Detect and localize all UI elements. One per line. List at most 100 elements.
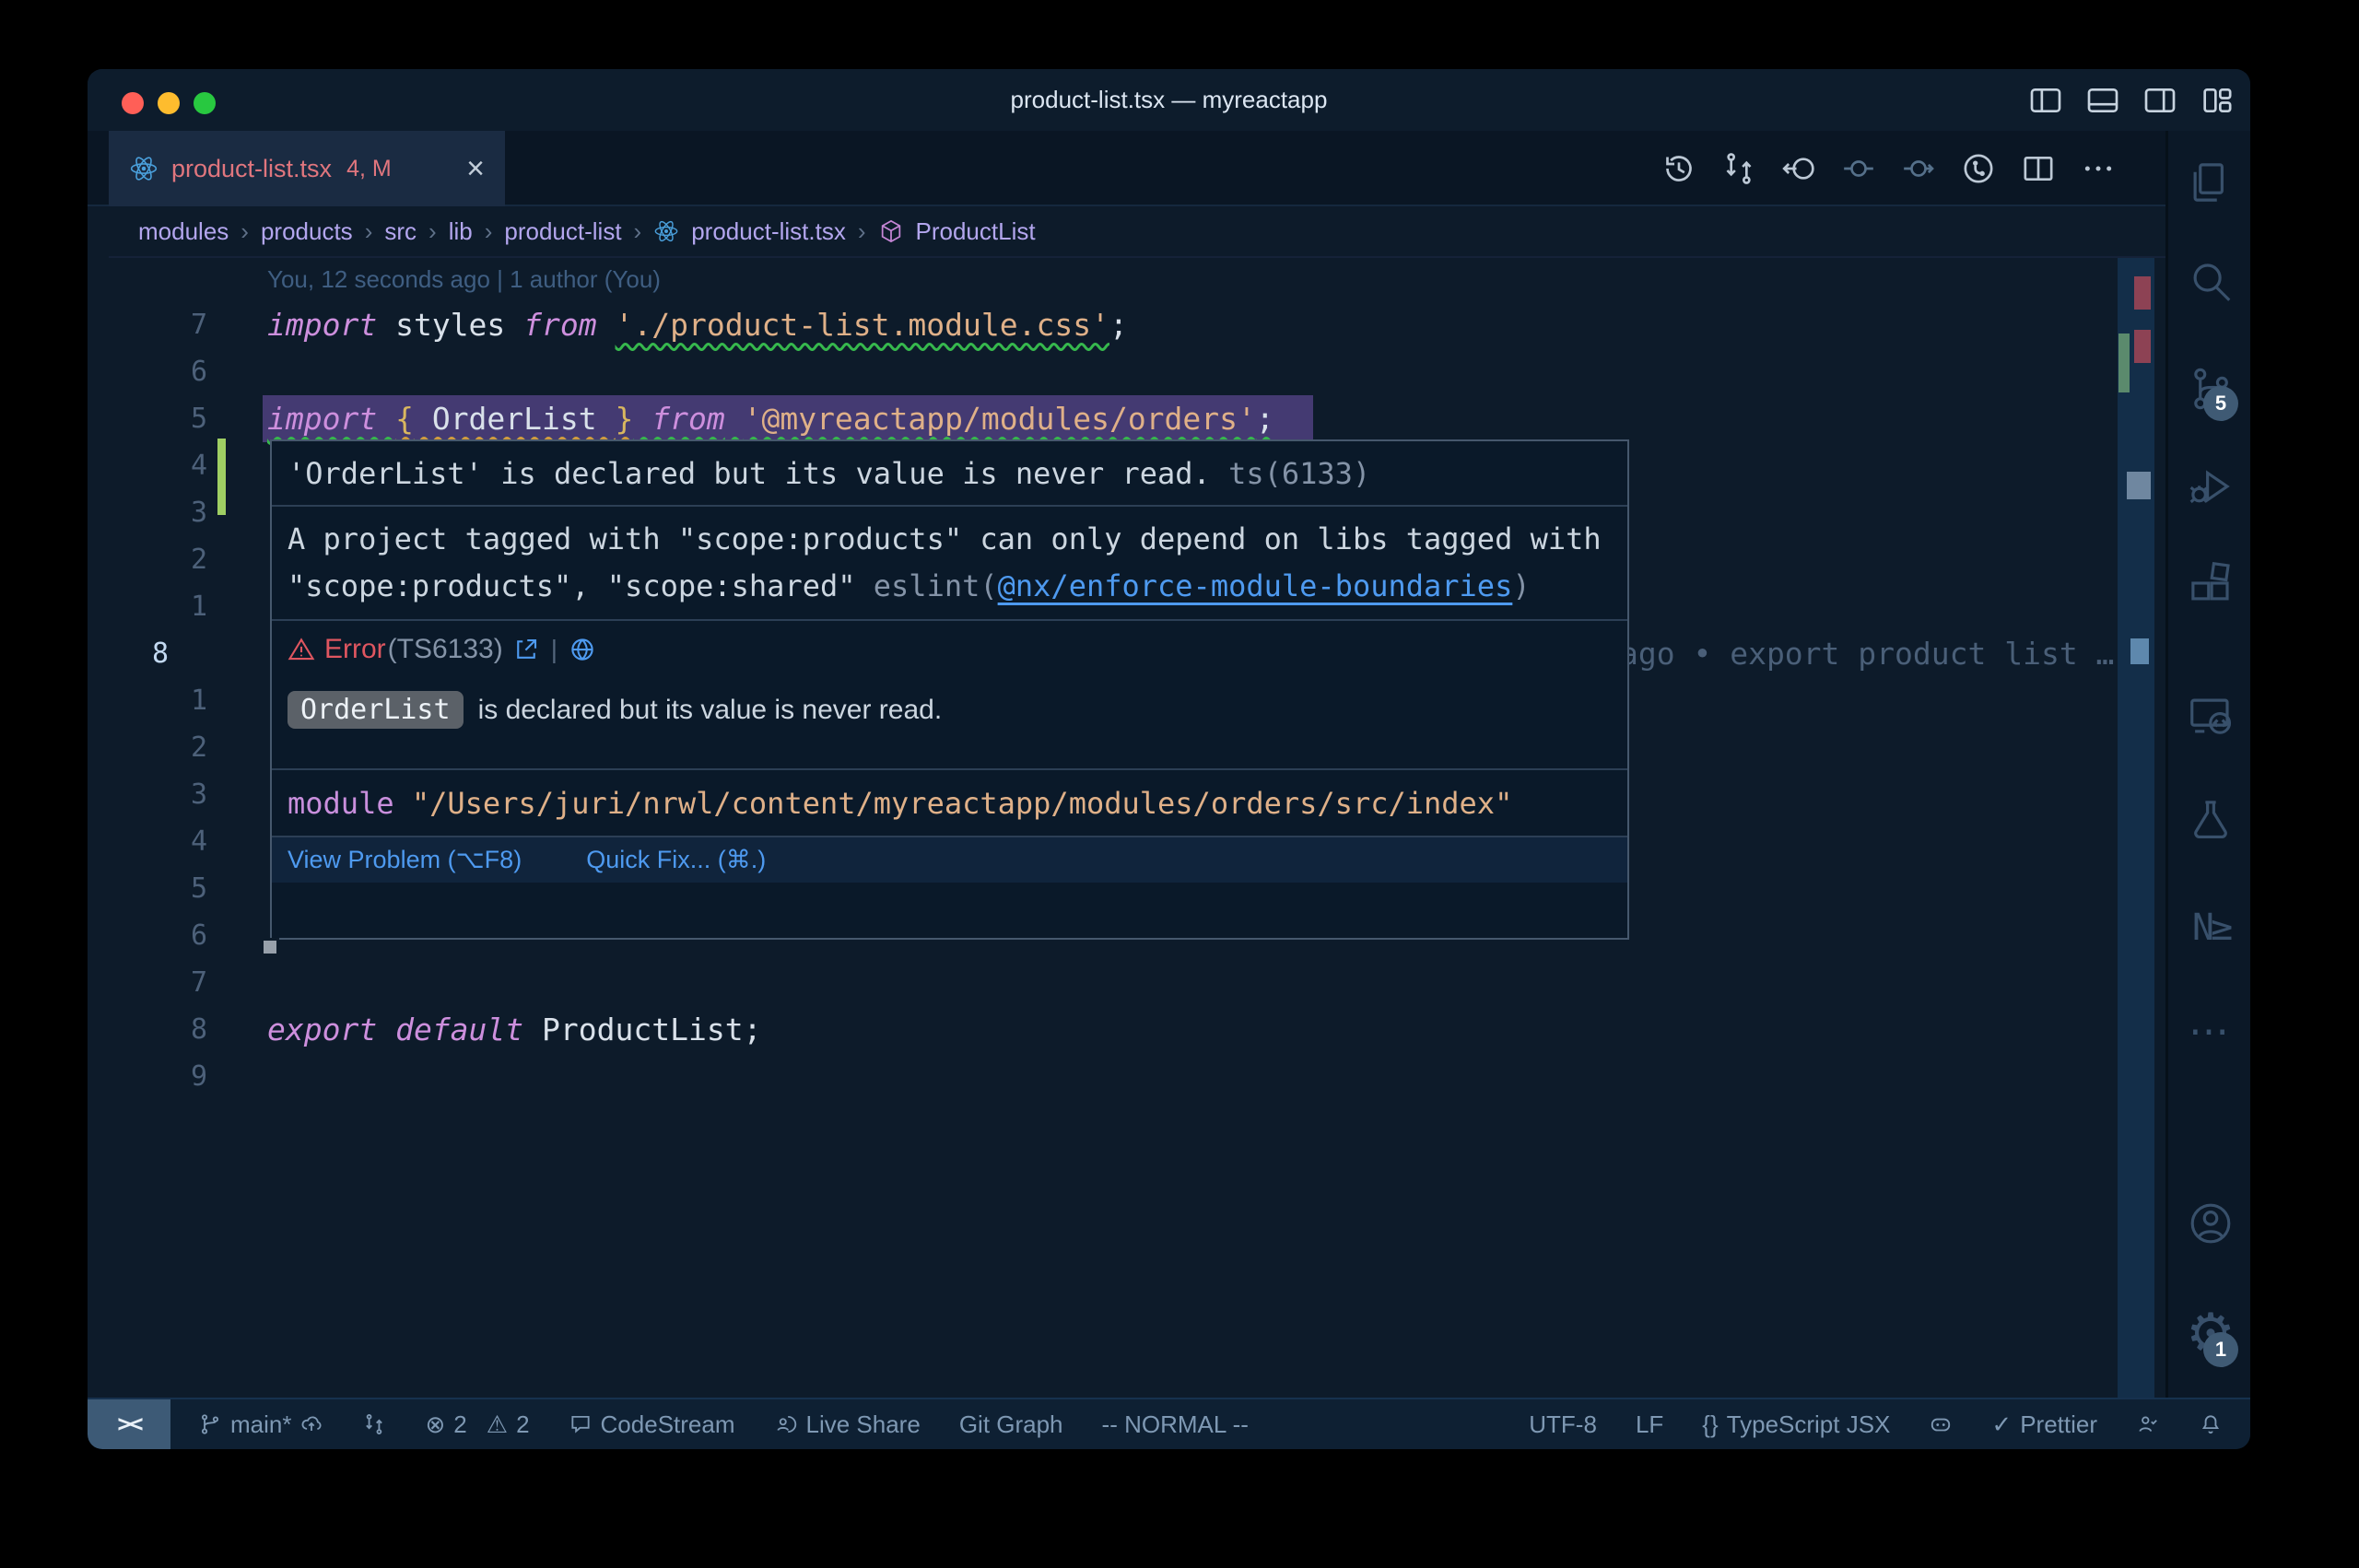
git-blame-annotation: You, 12 seconds ago | 1 author (You) bbox=[267, 265, 661, 294]
traffic-lights bbox=[122, 92, 216, 114]
code-row: 6 bbox=[109, 348, 2165, 395]
ts-error-code: ts(6133) bbox=[1228, 456, 1370, 491]
space bbox=[725, 401, 744, 437]
problems-item[interactable]: ⊗ 2 ⚠ 2 bbox=[425, 1410, 529, 1439]
customize-layout-icon[interactable] bbox=[2199, 82, 2236, 119]
line-number[interactable]: 3 bbox=[109, 489, 207, 536]
navigate-back-icon[interactable] bbox=[1780, 150, 1817, 187]
quick-fix-link[interactable]: Quick Fix... (⌘.) bbox=[586, 846, 766, 874]
breadcrumb-item-modules[interactable]: modules bbox=[138, 217, 229, 246]
next-change-icon[interactable] bbox=[1900, 150, 1937, 187]
eslint-rule-link[interactable]: @nx/enforce-module-boundaries bbox=[998, 568, 1513, 603]
copilot-item[interactable] bbox=[1929, 1412, 1953, 1436]
breadcrumb-item-symbol[interactable]: ProductList bbox=[916, 217, 1036, 246]
encoding-item[interactable]: UTF-8 bbox=[1529, 1410, 1597, 1439]
breadcrumb: modules › products › src › lib › product… bbox=[109, 206, 2165, 258]
search-icon[interactable] bbox=[2168, 257, 2250, 307]
tab-close-icon[interactable]: × bbox=[466, 153, 485, 184]
vscode-window: product-list.tsx — myreactapp bbox=[88, 69, 2250, 1449]
screen: product-list.tsx — myreactapp bbox=[0, 0, 2359, 1568]
current-line-number[interactable]: 8 bbox=[152, 630, 169, 677]
line-number[interactable]: 1 bbox=[109, 677, 207, 724]
git-graph-item[interactable]: Git Graph bbox=[959, 1410, 1063, 1439]
compare-changes-item[interactable] bbox=[362, 1412, 386, 1436]
identifier-orderlist: OrderList bbox=[414, 401, 616, 437]
maximize-window-button[interactable] bbox=[194, 92, 216, 114]
line-number[interactable]: 2 bbox=[109, 536, 207, 583]
timeline-history-icon[interactable] bbox=[1661, 150, 1697, 187]
breadcrumb-item-product-list[interactable]: product-list bbox=[504, 217, 621, 246]
breadcrumb-item-lib[interactable]: lib bbox=[449, 217, 473, 246]
source-control-badge: 5 bbox=[2203, 386, 2238, 421]
line-number[interactable]: 7 bbox=[109, 959, 207, 1006]
git-branch-item[interactable]: main* bbox=[198, 1410, 323, 1439]
error-description: is declared but its value is never read. bbox=[478, 695, 943, 726]
extensions-icon[interactable] bbox=[2168, 558, 2250, 608]
live-share-item[interactable]: Live Share bbox=[774, 1410, 921, 1439]
remote-explorer-icon[interactable] bbox=[2168, 691, 2250, 741]
breadcrumb-item-products[interactable]: products bbox=[261, 217, 353, 246]
feedback-item[interactable] bbox=[2136, 1412, 2160, 1436]
line-number[interactable]: 3 bbox=[109, 771, 207, 818]
space bbox=[597, 307, 616, 343]
nx-console-icon[interactable]: N≥ bbox=[2168, 907, 2250, 949]
string-literal: './product-list.module.css' bbox=[616, 307, 1109, 343]
remote-indicator[interactable]: >< bbox=[88, 1399, 170, 1449]
run-debug-icon[interactable] bbox=[2168, 462, 2250, 511]
error-label: Error bbox=[324, 634, 386, 665]
line-number[interactable]: 4 bbox=[109, 818, 207, 865]
line-number[interactable]: 1 bbox=[109, 583, 207, 630]
code-row: 7 bbox=[109, 959, 2165, 1006]
view-problem-link[interactable]: View Problem (⌥F8) bbox=[288, 846, 522, 874]
person-check-icon bbox=[2136, 1412, 2160, 1436]
keyword: import bbox=[267, 401, 395, 437]
speech-bubble-icon bbox=[569, 1412, 593, 1436]
line-number[interactable]: 6 bbox=[109, 348, 207, 395]
codestream-item[interactable]: CodeStream bbox=[569, 1410, 735, 1439]
vim-mode-item[interactable]: -- NORMAL -- bbox=[1102, 1410, 1249, 1439]
ruler-info-mark bbox=[2127, 472, 2151, 499]
line-number[interactable]: 4 bbox=[109, 442, 207, 489]
line-number[interactable]: 8 bbox=[109, 1006, 207, 1053]
check-icon: ✓ bbox=[1991, 1410, 2012, 1439]
eol-item[interactable]: LF bbox=[1636, 1410, 1663, 1439]
scrollbar-overview-ruler[interactable] bbox=[2118, 258, 2154, 1398]
error-hover-tooltip: 'OrderList' is declared but its value is… bbox=[270, 439, 1629, 940]
toggle-secondary-sidebar-icon[interactable] bbox=[2142, 82, 2178, 119]
keyword: export bbox=[267, 1012, 395, 1047]
open-external-icon[interactable] bbox=[512, 636, 540, 663]
activity-bar: 5 N≥ ⋯ ⚙ 1 bbox=[2165, 131, 2250, 1398]
toggle-sidebar-icon[interactable] bbox=[2027, 82, 2064, 119]
line-number[interactable]: 6 bbox=[109, 912, 207, 959]
language-item[interactable]: {} TypeScript JSX bbox=[1702, 1410, 1890, 1439]
account-icon[interactable] bbox=[2168, 1199, 2250, 1248]
notifications-item[interactable] bbox=[2199, 1412, 2223, 1436]
minimize-window-button[interactable] bbox=[158, 92, 180, 114]
testing-beaker-icon[interactable] bbox=[2168, 795, 2250, 845]
prettier-item[interactable]: ✓ Prettier bbox=[1991, 1410, 2097, 1439]
more-actions-icon[interactable] bbox=[2080, 150, 2117, 187]
previous-change-icon[interactable] bbox=[1840, 150, 1877, 187]
tooltip-resize-grip[interactable] bbox=[261, 938, 279, 956]
line-number[interactable]: 5 bbox=[109, 865, 207, 912]
close-window-button[interactable] bbox=[122, 92, 144, 114]
code-line-export-default[interactable]: export default ProductList; bbox=[267, 1006, 761, 1053]
git-graph-label: Git Graph bbox=[959, 1410, 1063, 1439]
breadcrumb-item-file[interactable]: product-list.tsx bbox=[691, 217, 846, 246]
source-control-graph-icon[interactable] bbox=[1960, 150, 1997, 187]
code-line-import-orderlist[interactable]: import { OrderList } from '@myreactapp/m… bbox=[267, 395, 1274, 442]
additional-views-icon[interactable]: ⋯ bbox=[2168, 1023, 2250, 1041]
compare-changes-icon[interactable] bbox=[1720, 150, 1757, 187]
globe-icon[interactable] bbox=[569, 636, 596, 663]
line-number[interactable]: 9 bbox=[109, 1053, 207, 1100]
line-number[interactable]: 5 bbox=[109, 395, 207, 442]
line-number[interactable]: 7 bbox=[109, 301, 207, 348]
split-editor-icon[interactable] bbox=[2020, 150, 2057, 187]
line-number[interactable]: 2 bbox=[109, 724, 207, 771]
prettier-label: Prettier bbox=[2020, 1410, 2097, 1439]
breadcrumb-item-src[interactable]: src bbox=[384, 217, 417, 246]
code-line-import-styles[interactable]: import styles from './product-list.modul… bbox=[267, 301, 1128, 348]
explorer-icon[interactable] bbox=[2168, 158, 2250, 207]
toggle-panel-icon[interactable] bbox=[2084, 82, 2121, 119]
tab-product-list[interactable]: product-list.tsx 4, M × bbox=[109, 131, 505, 206]
